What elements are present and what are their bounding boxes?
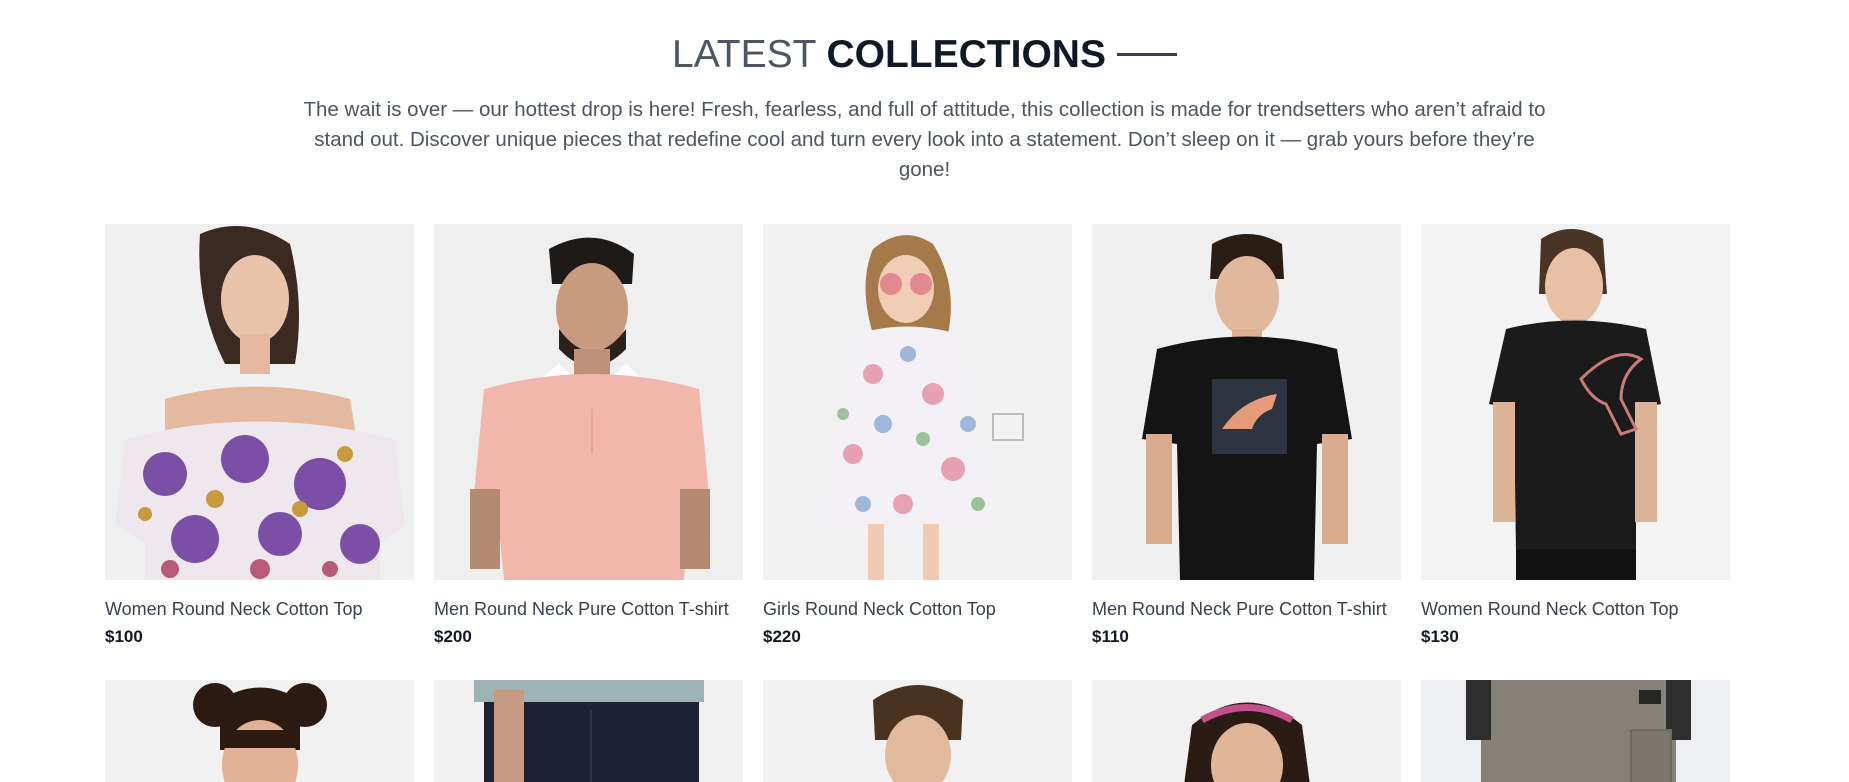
product-card[interactable]: [763, 680, 1072, 782]
title-bold-word: COLLECTIONS: [826, 33, 1106, 76]
product-grid: Women Round Neck Cotton Top $100 Men Rou…: [105, 224, 1730, 782]
product-image[interactable]: [105, 224, 414, 580]
product-name[interactable]: Women Round Neck Cotton Top: [1421, 597, 1730, 621]
product-name[interactable]: Men Round Neck Pure Cotton T-shirt: [434, 597, 743, 621]
product-image[interactable]: [763, 680, 1072, 782]
product-price: $110: [1092, 627, 1129, 646]
product-image[interactable]: [434, 224, 743, 580]
product-card[interactable]: Women Round Neck Cotton Top $100: [105, 224, 414, 680]
section-heading: LATEST COLLECTIONS: [0, 30, 1849, 80]
product-price: $130: [1421, 627, 1459, 646]
product-price: $220: [763, 627, 801, 646]
product-image[interactable]: [1092, 680, 1401, 782]
product-image[interactable]: [763, 224, 1072, 580]
product-image[interactable]: [1421, 224, 1730, 580]
product-card[interactable]: Girls Round Neck Cotton Top $220: [763, 224, 1072, 680]
product-card[interactable]: Women Round Neck Cotton Top $130: [1421, 224, 1730, 680]
product-image[interactable]: [434, 680, 743, 782]
product-card[interactable]: [105, 680, 414, 782]
product-image[interactable]: [1092, 224, 1401, 580]
section-description: The wait is over — our hottest drop is h…: [303, 98, 1546, 181]
latest-collections-section: LATEST COLLECTIONS The wait is over — our…: [0, 0, 1849, 782]
product-card[interactable]: [434, 680, 743, 782]
section-title: LATEST COLLECTIONS: [672, 30, 1177, 80]
product-card[interactable]: Men Round Neck Pure Cotton T-shirt $200: [434, 224, 743, 680]
product-image[interactable]: [1421, 680, 1730, 782]
product-name[interactable]: Women Round Neck Cotton Top: [105, 597, 414, 621]
product-name[interactable]: Men Round Neck Pure Cotton T-shirt: [1092, 597, 1401, 621]
title-light-word: LATEST: [672, 33, 817, 76]
title-underline-bar: [1116, 53, 1177, 57]
product-card[interactable]: Men Round Neck Pure Cotton T-shirt $110: [1092, 224, 1401, 680]
product-name[interactable]: Girls Round Neck Cotton Top: [763, 597, 1072, 621]
product-image[interactable]: [105, 680, 414, 782]
product-price: $100: [105, 627, 143, 646]
product-card[interactable]: [1092, 680, 1401, 782]
product-card[interactable]: [1421, 680, 1730, 782]
product-price: $200: [434, 627, 472, 646]
